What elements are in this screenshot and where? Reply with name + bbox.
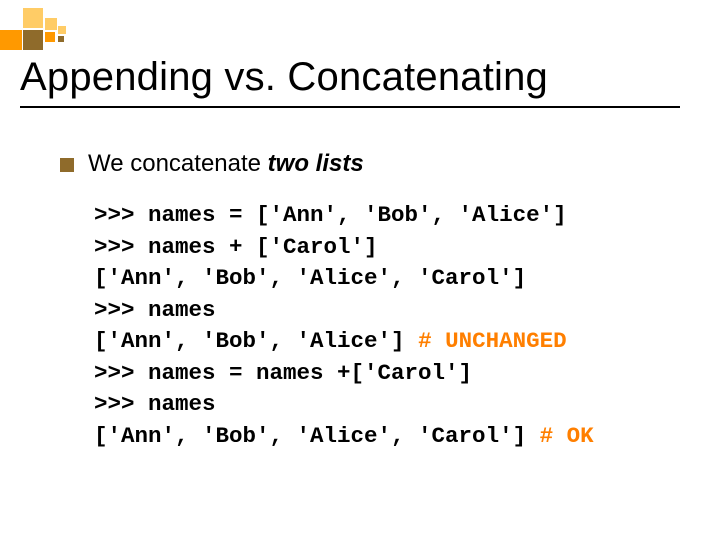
code-line: ['Ann', 'Bob', 'Alice', 'Carol'] [94, 423, 540, 449]
slide-title: Appending vs. Concatenating [20, 55, 700, 100]
code-line: >>> names = ['Ann', 'Bob', 'Alice'] [94, 202, 567, 228]
slide: Appending vs. Concatenating We concatena… [0, 0, 720, 540]
bullet-emph: two lists [268, 150, 364, 177]
code-line: >>> names [94, 391, 216, 417]
code-line: ['Ann', 'Bob', 'Alice', 'Carol'] [94, 265, 526, 291]
code-block: >>> names = ['Ann', 'Bob', 'Alice'] >>> … [94, 200, 690, 452]
code-comment: # OK [540, 423, 594, 449]
code-comment: # UNCHANGED [418, 328, 567, 354]
title-underline [20, 106, 680, 108]
bullet-text: We concatenate two lists [88, 150, 364, 178]
code-line: >>> names + ['Carol'] [94, 234, 378, 260]
slide-body: We concatenate two lists >>> names = ['A… [60, 150, 690, 452]
bullet-item: We concatenate two lists [60, 150, 690, 178]
bullet-prefix: We concatenate [88, 150, 268, 177]
corner-squares-icon [0, 8, 190, 50]
title-block: Appending vs. Concatenating [20, 55, 700, 108]
square-bullet-icon [60, 158, 74, 172]
code-line: ['Ann', 'Bob', 'Alice'] [94, 328, 418, 354]
code-line: >>> names = names +['Carol'] [94, 360, 472, 386]
code-line: >>> names [94, 297, 216, 323]
